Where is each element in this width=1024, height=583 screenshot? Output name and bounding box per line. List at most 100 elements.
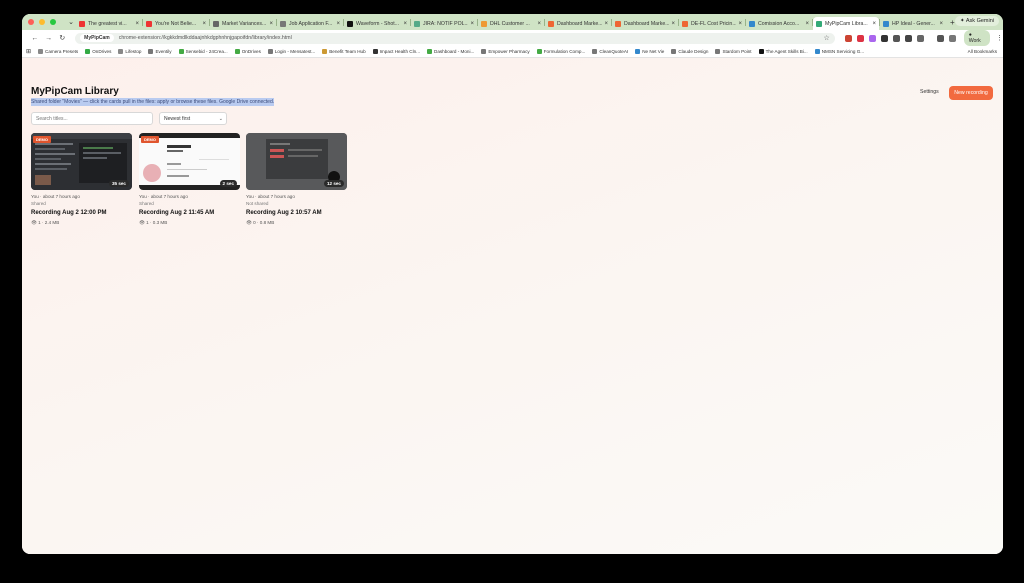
bookmark-item[interactable]: CleanQuoteAI <box>592 49 628 54</box>
bookmark-item[interactable]: Claude Design <box>671 49 708 54</box>
close-tab-icon[interactable]: × <box>202 21 206 27</box>
bookmark-item[interactable]: Formulation Comp... <box>536 49 585 54</box>
close-tab-icon[interactable]: × <box>805 21 809 27</box>
all-bookmarks-button[interactable]: All Bookmarks <box>968 49 997 54</box>
site-chip[interactable]: MyPipCam <box>80 34 114 42</box>
window-controls <box>22 19 66 25</box>
tab-label: HP Ideal - Gener... <box>892 20 935 27</box>
bookmark-item[interactable]: NMSN Servicing G... <box>814 49 864 54</box>
browser-tab[interactable]: You're Not Belie... × <box>143 17 209 30</box>
profile-button[interactable]: ● Work <box>963 30 991 46</box>
close-tab-icon[interactable]: × <box>738 21 742 27</box>
browser-tab[interactable]: DHL Customer ... × <box>478 17 544 30</box>
recording-title[interactable]: Recording Aug 2 11:45 AM <box>139 210 240 216</box>
sidebar-icon[interactable] <box>948 34 956 42</box>
more-menu-icon[interactable]: ⋮ <box>996 34 1003 42</box>
browser-tab[interactable]: JIRA: NOTIF POL... × <box>411 17 477 30</box>
bookmark-item[interactable]: Ne Net Vie <box>635 49 664 54</box>
search-input[interactable] <box>31 112 153 125</box>
browser-tab[interactable]: Dashboard Marke... × <box>612 17 678 30</box>
address-bar[interactable]: MyPipCam chrome-extension://kgkkdmdlkdda… <box>75 32 835 44</box>
browser-tab[interactable]: The greatest vi... × <box>76 17 142 30</box>
close-tab-icon[interactable]: × <box>269 21 273 27</box>
minimize-window-button[interactable] <box>39 19 45 25</box>
bookmark-label: Stardom Point <box>722 49 752 54</box>
extension-icon[interactable] <box>880 34 888 42</box>
close-tab-icon[interactable]: × <box>939 21 943 27</box>
browser-tab[interactable]: Dashboard Marke... × <box>545 17 611 30</box>
maximize-window-button[interactable] <box>50 19 56 25</box>
close-window-button[interactable] <box>28 19 34 25</box>
settings-button[interactable]: Settings <box>920 89 939 95</box>
recording-title[interactable]: Recording Aug 2 10:57 AM <box>246 210 347 216</box>
close-tab-icon[interactable]: × <box>403 21 407 27</box>
bookmark-item[interactable]: Login - Mensatest... <box>267 49 315 54</box>
bookmark-item[interactable]: Empower Pharmacy <box>481 49 530 54</box>
bookmark-item[interactable]: Stardom Point <box>715 49 752 54</box>
browser-tab[interactable]: HP Ideal - Gener... × <box>880 17 946 30</box>
recording-thumbnail[interactable]: DEMO 35 sec <box>31 133 132 190</box>
bookmark-star-icon[interactable]: ☆ <box>823 34 829 42</box>
bookmark-item[interactable]: OnDrives <box>85 49 111 54</box>
browser-tab[interactable]: DE-FL Cost Pricin... × <box>679 17 745 30</box>
browser-tab[interactable]: Job Application F... × <box>277 17 343 30</box>
bookmark-item[interactable]: Camera Presets <box>38 49 78 54</box>
stats-text: 0 · 0.8 MB <box>253 220 275 225</box>
browser-tab[interactable]: Comission Acco... × <box>746 17 812 30</box>
sort-select[interactable]: Newest first ⌄ <box>159 112 227 125</box>
tab-favicon-icon <box>213 20 219 27</box>
ask-gemini-button[interactable]: ✦ Ask Gemini <box>955 16 999 26</box>
recording-badge: DEMO <box>33 136 51 143</box>
new-recording-button[interactable]: New recording <box>949 86 993 100</box>
close-tab-icon[interactable]: × <box>604 21 608 27</box>
extension-icon[interactable] <box>904 34 912 42</box>
recording-thumbnail[interactable]: DEMO 2 sec <box>139 133 240 190</box>
back-button[interactable]: ← <box>28 35 42 42</box>
bookmark-item[interactable]: Benefit Team Hub <box>322 49 366 54</box>
tab-favicon-icon <box>883 20 889 27</box>
close-tab-icon[interactable]: × <box>537 21 541 27</box>
bookmark-item[interactable]: OnDrives <box>234 49 261 54</box>
close-tab-icon[interactable]: × <box>336 21 340 27</box>
recording-card[interactable]: DEMO 2 sec You · about 7 hours ago Share… <box>139 133 240 226</box>
tab-search-icon[interactable]: ⌄ <box>66 18 76 26</box>
recording-card[interactable]: 12 sec You · about 7 hours ago Not share… <box>246 133 347 226</box>
close-tab-icon[interactable]: × <box>872 21 876 27</box>
recording-thumbnail[interactable]: 12 sec <box>246 133 347 190</box>
extension-icon[interactable] <box>892 34 900 42</box>
extensions-area <box>844 34 956 42</box>
browser-tab[interactable]: Market Variances... × <box>210 17 276 30</box>
tab-favicon-icon <box>79 20 85 27</box>
forward-button[interactable]: → <box>42 35 56 42</box>
recording-meta: You · about 7 hours ago <box>246 194 295 199</box>
bookmark-item[interactable]: The Agent Skills Bi... <box>758 49 808 54</box>
tab-favicon-icon <box>414 20 420 27</box>
extension-icon[interactable] <box>844 34 852 42</box>
bookmark-label: Dashboard - Moni... <box>434 49 475 54</box>
stats-text: 1 · 2.4 MB <box>38 220 60 225</box>
browser-tab[interactable]: MyPipCam Libra... × <box>813 17 879 30</box>
browser-tab[interactable]: Waveform - Shot... × <box>344 17 410 30</box>
bookmark-item[interactable]: Impact Health Cln... <box>372 49 420 54</box>
puzzle-icon[interactable] <box>916 34 924 42</box>
close-tab-icon[interactable]: × <box>470 21 474 27</box>
browser-toolbar: ← → ↻ MyPipCam chrome-extension://kgkkdm… <box>22 30 1003 46</box>
bookmark-item[interactable]: Eventily <box>148 49 172 54</box>
close-tab-icon[interactable]: × <box>671 21 675 27</box>
close-tab-icon[interactable]: × <box>135 21 139 27</box>
download-icon[interactable] <box>936 34 944 42</box>
apps-grid-icon[interactable]: ⊞ <box>26 48 31 55</box>
duration-badge: 12 sec <box>323 180 344 187</box>
bookmark-item[interactable]: Dashboard - Moni... <box>427 49 474 54</box>
recording-card[interactable]: DEMO 35 sec You · about 7 hours ago Shar… <box>31 133 132 226</box>
reload-button[interactable]: ↻ <box>55 34 69 42</box>
bookmark-label: The Agent Skills Bi... <box>765 49 808 54</box>
bookmark-item[interactable]: Sensebid - 24Crea... <box>178 49 228 54</box>
bookmark-item[interactable]: Lifestop <box>118 49 141 54</box>
tab-favicon-icon <box>481 20 487 27</box>
extension-icon[interactable] <box>868 34 876 42</box>
recording-title[interactable]: Recording Aug 2 12:00 PM <box>31 210 132 216</box>
eye-icon: 👁 <box>139 220 145 225</box>
bookmark-label: Eventily <box>155 49 172 54</box>
extension-icon[interactable] <box>856 34 864 42</box>
